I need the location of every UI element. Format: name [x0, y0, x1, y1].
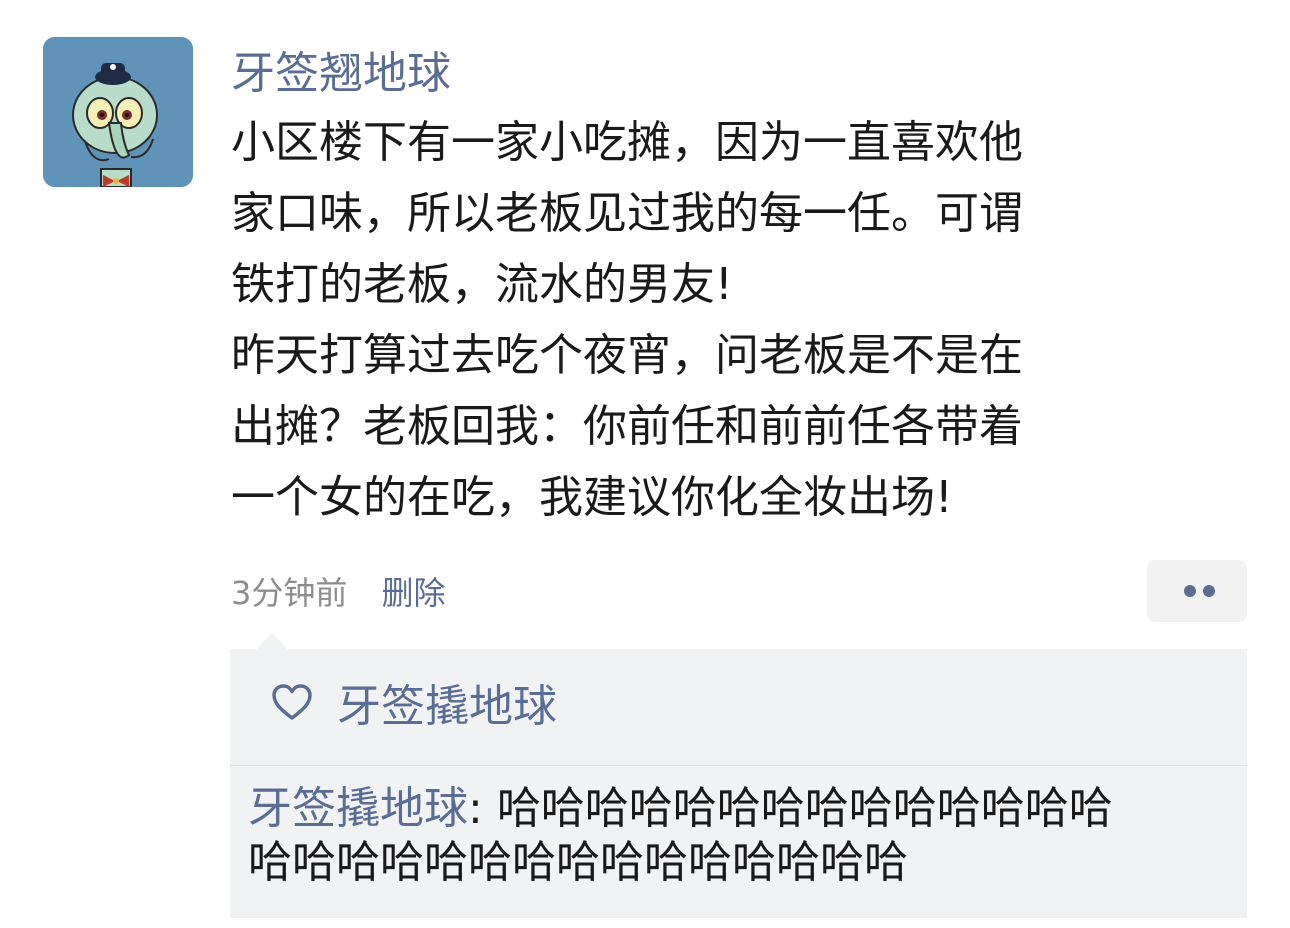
more-dots-icon	[1203, 585, 1215, 597]
liker-name[interactable]: 牙签撬地球	[337, 677, 557, 737]
comment-item[interactable]: 牙签撬地球: 哈哈哈哈哈哈哈哈哈哈哈哈哈哈 哈哈哈哈哈哈哈哈哈哈哈哈哈哈哈	[248, 782, 1238, 890]
squidward-avatar-image	[43, 37, 193, 187]
comment-author[interactable]: 牙签撬地球	[248, 783, 468, 834]
more-dots-icon	[1184, 585, 1196, 597]
comment-separator: :	[468, 783, 497, 834]
comment-line: 牙签撬地球: 哈哈哈哈哈哈哈哈哈哈哈哈哈哈	[248, 782, 1238, 836]
post-text-line: 家口味，所以老板见过我的每一任。可谓	[231, 188, 1023, 239]
post-text-line: 昨天打算过去吃个夜宵，问老板是不是在	[231, 330, 1023, 381]
post-text-line: 小区楼下有一家小吃摊，因为一直喜欢他	[231, 117, 1023, 168]
post-text-line: 出摊？老板回我：你前任和前前任各带着	[231, 401, 1023, 452]
reply-box-arrow	[256, 632, 288, 650]
post-timestamp: 3分钟前	[231, 574, 348, 612]
divider	[230, 765, 1247, 766]
avatar[interactable]	[43, 37, 193, 187]
moments-post: 牙签翘地球 小区楼下有一家小吃摊，因为一直喜欢他 家口味，所以老板见过我的每一任…	[0, 0, 1290, 928]
interaction-panel: 牙签撬地球 牙签撬地球: 哈哈哈哈哈哈哈哈哈哈哈哈哈哈 哈哈哈哈哈哈哈哈哈哈哈哈…	[230, 649, 1247, 918]
likes-row: 牙签撬地球	[230, 649, 1247, 765]
more-actions-button[interactable]	[1147, 560, 1247, 622]
post-meta: 3分钟前 删除	[231, 570, 446, 616]
heart-icon	[272, 684, 312, 720]
comment-text: 哈哈哈哈哈哈哈哈哈哈哈哈哈哈	[496, 783, 1113, 834]
post-text-line: 一个女的在吃，我建议你化全妆出场!	[231, 472, 953, 523]
comment-line: 哈哈哈哈哈哈哈哈哈哈哈哈哈哈哈	[248, 837, 908, 888]
delete-button[interactable]: 删除	[382, 574, 446, 612]
post-body: 小区楼下有一家小吃摊，因为一直喜欢他 家口味，所以老板见过我的每一任。可谓 铁打…	[231, 107, 1151, 533]
post-author-name[interactable]: 牙签翘地球	[231, 44, 451, 104]
post-text-line: 铁打的老板，流水的男友!	[231, 259, 733, 310]
